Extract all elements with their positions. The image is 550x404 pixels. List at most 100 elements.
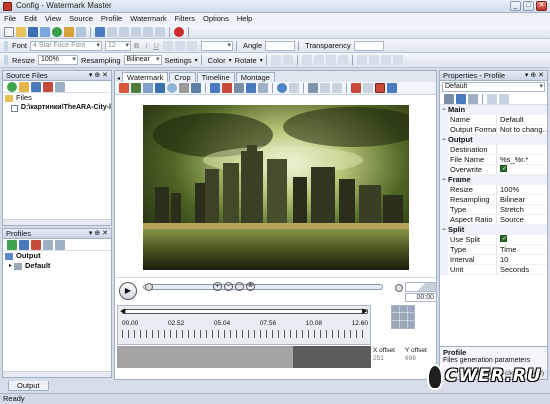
align-center-icon[interactable] bbox=[174, 40, 185, 51]
save-icon[interactable] bbox=[28, 26, 38, 37]
chevron-down-icon[interactable]: ▾ bbox=[260, 57, 263, 64]
flip-horizontal-icon[interactable] bbox=[270, 55, 281, 65]
property-category[interactable]: − Frame bbox=[440, 175, 547, 185]
timeline-ruler[interactable]: ◀ ▶ 00.00 02.52 05.04 07.56 10.08 12.60 bbox=[117, 305, 371, 345]
minimize-button[interactable]: _ bbox=[510, 1, 521, 11]
property-category[interactable]: − Output bbox=[440, 135, 547, 145]
collapse-all-icon[interactable] bbox=[487, 93, 497, 104]
horizontal-scrollbar[interactable] bbox=[3, 219, 111, 225]
seek-slider[interactable] bbox=[143, 283, 383, 290]
property-value[interactable]: %s_%r.* bbox=[497, 155, 547, 164]
menu-view[interactable]: View bbox=[41, 13, 65, 25]
chevron-down-icon[interactable]: ▾ bbox=[229, 57, 232, 64]
tab-montage[interactable]: Montage bbox=[235, 72, 275, 82]
add-time-icon[interactable] bbox=[210, 83, 220, 93]
layer-down-icon[interactable] bbox=[313, 55, 324, 65]
range-start-handle[interactable]: ◀ bbox=[120, 307, 125, 315]
property-row[interactable]: Unit Seconds bbox=[440, 265, 547, 275]
collapse-icon[interactable]: − bbox=[440, 175, 448, 185]
refresh-icon[interactable] bbox=[31, 81, 41, 92]
property-row[interactable]: Aspect Ratio Source bbox=[440, 215, 547, 225]
settings-menu[interactable]: Settings bbox=[165, 56, 192, 65]
expand-icon[interactable]: ▸ bbox=[9, 261, 12, 271]
open-folder-icon[interactable] bbox=[16, 26, 26, 37]
clear-icon[interactable] bbox=[55, 81, 65, 92]
font-select[interactable]: 4 Star Face Font bbox=[30, 40, 103, 51]
seek-thumb[interactable] bbox=[145, 282, 153, 291]
add-file-icon[interactable] bbox=[7, 81, 17, 92]
zoom-icon[interactable] bbox=[277, 83, 287, 93]
timeline-segment[interactable] bbox=[293, 346, 371, 368]
collapse-icon[interactable]: − bbox=[440, 135, 448, 145]
menu-edit[interactable]: Edit bbox=[20, 13, 41, 25]
layer-up-icon[interactable] bbox=[301, 55, 312, 65]
preview-area[interactable] bbox=[115, 95, 436, 277]
property-row[interactable]: File Name %s_%r.* bbox=[440, 155, 547, 165]
property-value[interactable] bbox=[497, 235, 547, 244]
property-row[interactable]: Output Forma Not to chang... bbox=[440, 125, 547, 135]
color-menu[interactable]: Color bbox=[208, 56, 226, 65]
range-end-handle[interactable]: ▶ bbox=[362, 307, 367, 315]
volume-thumb[interactable] bbox=[395, 283, 403, 292]
zoom-out-icon[interactable]: − bbox=[224, 281, 233, 291]
tab-watermark[interactable]: Watermark bbox=[122, 72, 169, 82]
grid-icon[interactable] bbox=[363, 83, 373, 93]
copy-profile-icon[interactable] bbox=[19, 239, 29, 250]
profile-item[interactable]: ▸ Default bbox=[3, 261, 111, 271]
run-icon[interactable] bbox=[52, 26, 62, 37]
delete-profile-icon[interactable] bbox=[31, 239, 41, 250]
add-profile-icon[interactable] bbox=[7, 239, 17, 250]
categorized-icon[interactable] bbox=[444, 93, 454, 104]
info-icon[interactable] bbox=[174, 26, 184, 37]
preview-image[interactable] bbox=[143, 105, 409, 270]
italic-button[interactable]: I bbox=[145, 41, 147, 50]
expand-all-icon[interactable] bbox=[468, 93, 478, 104]
cut-icon[interactable] bbox=[119, 26, 129, 37]
property-row[interactable]: Destination bbox=[440, 145, 547, 155]
rotate-menu[interactable]: Rotate bbox=[235, 56, 257, 65]
add-ellipse-icon[interactable] bbox=[167, 83, 177, 93]
add-text-icon[interactable] bbox=[119, 83, 129, 93]
align-right-icon[interactable] bbox=[186, 40, 197, 51]
file-checkbox[interactable] bbox=[11, 104, 18, 112]
angle-input[interactable] bbox=[265, 40, 296, 51]
menu-watermark[interactable]: Watermark bbox=[126, 13, 170, 25]
delete-icon[interactable] bbox=[155, 26, 165, 37]
zoom-actual-icon[interactable]: ⊗ bbox=[246, 281, 255, 291]
property-row[interactable]: Resize 100% bbox=[440, 185, 547, 195]
lock-icon[interactable] bbox=[64, 26, 74, 37]
property-row[interactable]: Overwrite bbox=[440, 165, 547, 175]
hand-icon[interactable] bbox=[289, 83, 299, 93]
maximize-button[interactable]: □ bbox=[523, 1, 534, 11]
property-value[interactable]: Time bbox=[497, 245, 547, 254]
property-row[interactable]: Use Split bbox=[440, 235, 547, 245]
chevron-down-icon[interactable]: ▾ bbox=[195, 57, 198, 64]
property-value[interactable]: Seconds bbox=[497, 265, 547, 274]
property-row[interactable]: Name Default bbox=[440, 115, 547, 125]
copy-icon[interactable] bbox=[131, 26, 141, 37]
tab-output[interactable]: Output bbox=[8, 381, 49, 391]
property-value[interactable]: 100% bbox=[497, 185, 547, 194]
menu-help[interactable]: Help bbox=[233, 13, 256, 25]
property-value[interactable]: Stretch bbox=[497, 205, 547, 214]
property-value[interactable] bbox=[497, 145, 547, 154]
resize-select[interactable]: 100% bbox=[37, 55, 78, 65]
timeline-track[interactable] bbox=[117, 346, 371, 368]
alphabetical-icon[interactable] bbox=[456, 93, 466, 104]
export-profile-icon[interactable] bbox=[55, 239, 65, 250]
undo-icon[interactable] bbox=[95, 26, 105, 37]
property-value[interactable] bbox=[497, 165, 547, 174]
layers-icon[interactable] bbox=[387, 83, 397, 93]
property-row[interactable]: Resampling Bilinear bbox=[440, 195, 547, 205]
property-checkbox[interactable] bbox=[500, 235, 507, 244]
add-logo-icon[interactable] bbox=[258, 83, 268, 93]
flip-vertical-icon[interactable] bbox=[282, 55, 293, 65]
pin-close-icons[interactable]: ▾ ⊕ ✕ bbox=[89, 71, 108, 81]
bold-button[interactable]: B bbox=[134, 41, 139, 50]
property-row[interactable]: Type Time bbox=[440, 245, 547, 255]
pin-close-icons[interactable]: ▾ ⊕ ✕ bbox=[89, 229, 108, 239]
tab-timeline[interactable]: Timeline bbox=[196, 72, 235, 82]
add-shape-icon[interactable] bbox=[143, 83, 153, 93]
layer-bottom-icon[interactable] bbox=[337, 55, 348, 65]
property-category[interactable]: − Main bbox=[440, 105, 547, 115]
